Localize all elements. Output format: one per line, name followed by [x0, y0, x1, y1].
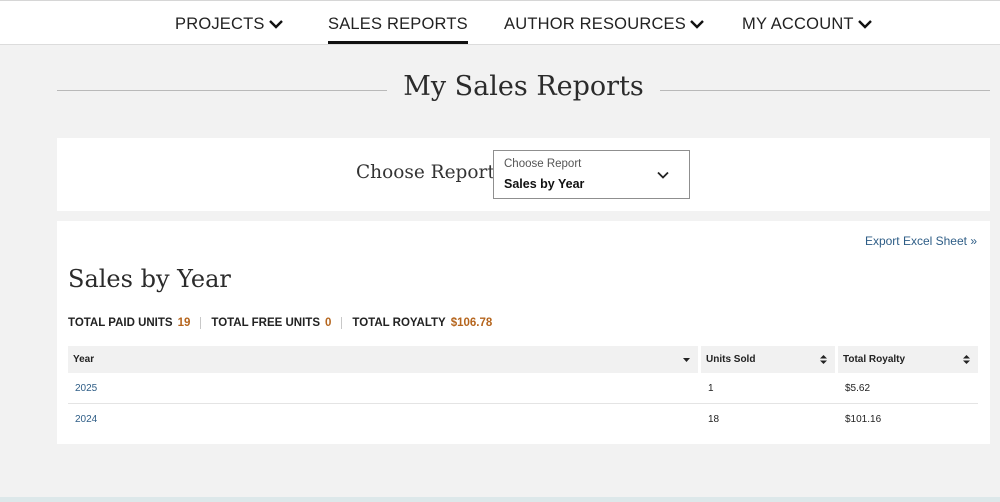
- sort-desc-icon: [683, 358, 690, 362]
- total-paid-units-value: 19: [177, 317, 191, 329]
- units-sold-cell: 18: [708, 414, 720, 425]
- year-link[interactable]: 2024: [68, 404, 701, 435]
- report-select-value: Sales by Year: [504, 177, 585, 191]
- column-header-year[interactable]: Year: [68, 346, 701, 373]
- report-select-floating-label: Choose Report: [504, 158, 582, 170]
- nav-sales-reports[interactable]: SALES REPORTS: [328, 15, 468, 44]
- divider: [341, 317, 343, 329]
- chevron-down-icon: [268, 20, 283, 29]
- total-royalty-label: TOTAL ROYALTY: [352, 317, 446, 329]
- divider: [200, 317, 202, 329]
- nav-author-resources-label: AUTHOR RESOURCES: [504, 15, 686, 33]
- nav-sales-reports-label: SALES REPORTS: [328, 15, 468, 33]
- column-header-units-sold-label: Units Sold: [706, 354, 756, 365]
- year-link[interactable]: 2025: [68, 373, 701, 404]
- total-free-units-value: 0: [325, 317, 332, 329]
- page-title-row: My Sales Reports: [57, 70, 990, 110]
- chevron-down-icon: [657, 171, 669, 179]
- export-excel-link[interactable]: Export Excel Sheet »: [865, 234, 977, 248]
- total-free-units-label: TOTAL FREE UNITS: [211, 317, 320, 329]
- table-header-row: Year Units Sold Total Royalty: [68, 346, 978, 373]
- top-navigation: PROJECTS SALES REPORTS AUTHOR RESOURCES …: [0, 0, 1000, 45]
- sales-report-panel: Export Excel Sheet » Sales by Year TOTAL…: [57, 221, 990, 444]
- report-picker-panel: Choose Report Choose Report Sales by Yea…: [57, 138, 990, 211]
- column-header-total-royalty-label: Total Royalty: [843, 354, 906, 365]
- nav-my-account[interactable]: MY ACCOUNT: [742, 15, 873, 43]
- total-royalty-value: $106.78: [450, 317, 493, 329]
- nav-my-account-label: MY ACCOUNT: [742, 15, 854, 33]
- total-royalty-cell: $5.62: [838, 373, 978, 404]
- column-header-total-royalty[interactable]: Total Royalty: [838, 346, 978, 373]
- column-header-year-label: Year: [73, 354, 95, 365]
- table-row: 2025 1 $5.62: [68, 373, 978, 404]
- total-royalty-cell: $101.16: [845, 414, 882, 425]
- nav-projects-label: PROJECTS: [175, 15, 265, 33]
- page-title: My Sales Reports: [57, 71, 990, 102]
- table-row: 2024 18 $101.16: [68, 404, 978, 435]
- chevron-down-icon: [690, 20, 704, 29]
- totals-bar: TOTAL PAID UNITS 19 TOTAL FREE UNITS 0 T…: [68, 317, 492, 329]
- column-header-units-sold[interactable]: Units Sold: [701, 346, 838, 373]
- chevron-down-icon: [857, 20, 872, 29]
- sort-icon: [820, 355, 827, 364]
- sort-icon: [963, 355, 970, 364]
- report-select[interactable]: Choose Report Sales by Year: [493, 150, 690, 199]
- footer-strip: [0, 497, 1000, 502]
- units-sold-cell: 1: [701, 373, 838, 404]
- total-paid-units-label: TOTAL PAID UNITS: [68, 317, 173, 329]
- choose-report-label: Choose Report: [356, 162, 495, 183]
- sales-table: Year Units Sold Total Royalty 2025 1 $5.…: [68, 346, 978, 435]
- nav-author-resources[interactable]: AUTHOR RESOURCES: [504, 15, 705, 43]
- section-title: Sales by Year: [68, 265, 231, 293]
- nav-projects[interactable]: PROJECTS: [175, 15, 284, 43]
